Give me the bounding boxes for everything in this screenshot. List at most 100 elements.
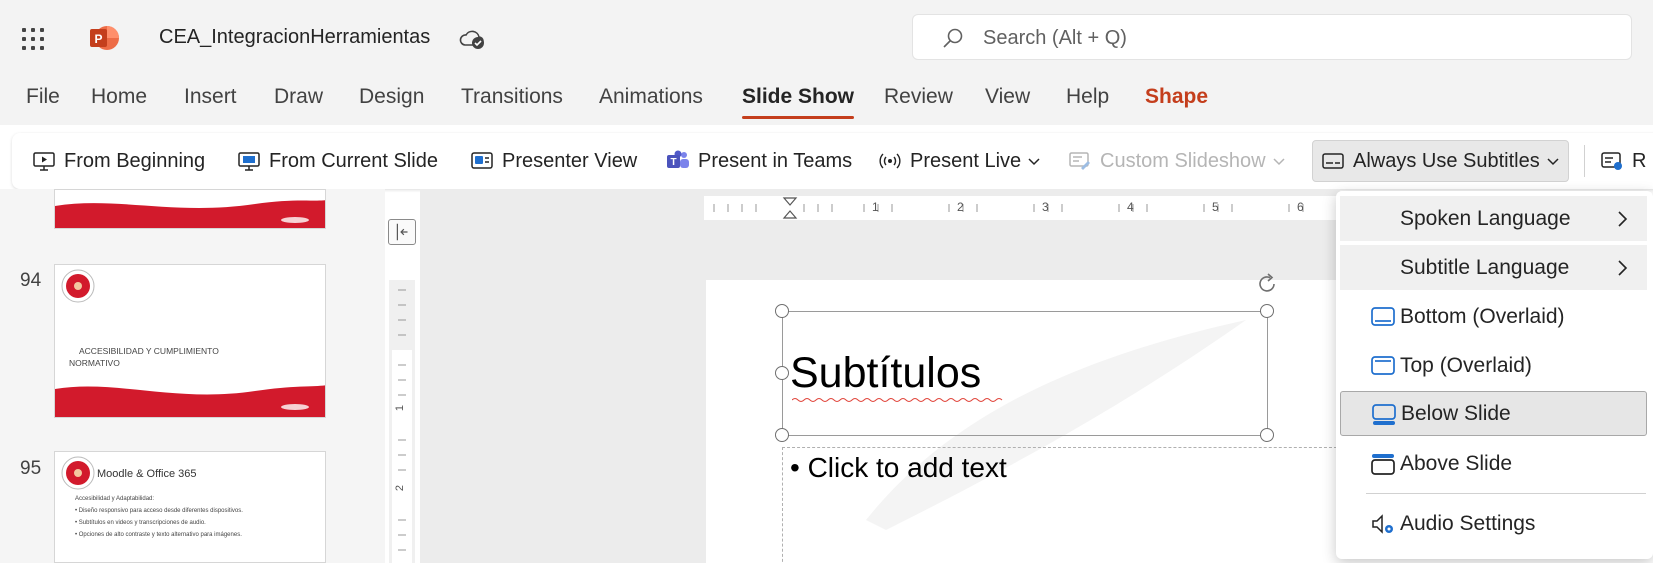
- menu-item-label: Top (Overlaid): [1400, 353, 1532, 377]
- audio-settings-icon: [1372, 514, 1393, 534]
- subtitles-icon: [1322, 153, 1344, 169]
- menu-item-bottom-overlaid[interactable]: Bottom (Overlaid): [1340, 294, 1647, 339]
- tab-transitions[interactable]: Transitions: [461, 85, 563, 109]
- spellcheck-underline: [792, 398, 1003, 402]
- chevron-right-icon: [1618, 260, 1628, 276]
- ruler-number: 3: [1042, 200, 1049, 214]
- menu-item-top-overlaid[interactable]: Top (Overlaid): [1340, 343, 1647, 388]
- ruler-number: 6: [1297, 200, 1304, 214]
- app-launcher-icon[interactable]: [22, 28, 46, 50]
- top-overlaid-icon: [1371, 356, 1395, 375]
- slide-wave-decoration: [55, 385, 325, 417]
- content-placeholder-text[interactable]: • Click to add text: [790, 452, 1007, 484]
- subtitles-dropdown-menu: Spoken Language Subtitle Language Bottom…: [1336, 191, 1653, 559]
- rotate-handle-icon[interactable]: [1255, 272, 1279, 296]
- powerpoint-logo-icon: P: [90, 26, 119, 50]
- tab-draw[interactable]: Draw: [274, 85, 323, 109]
- vertical-ruler-ticks: [392, 289, 412, 563]
- title-bar: P CEA_IntegracionHerramientas Search (Al…: [0, 0, 1653, 75]
- search-input[interactable]: Search (Alt + Q): [983, 27, 1127, 50]
- tab-shape[interactable]: Shape: [1145, 85, 1208, 109]
- menu-item-below-slide[interactable]: Below Slide: [1340, 391, 1647, 436]
- slide-thumbnail-94[interactable]: ACCESIBILIDAD Y CUMPLIMIENTO NORMATIVO: [54, 264, 326, 418]
- thumbnail-line: • Subtítulos en videos y transcripciones…: [75, 520, 206, 526]
- resize-handle[interactable]: [775, 366, 789, 380]
- custom-slideshow-label: Custom Slideshow: [1100, 149, 1266, 172]
- tab-file[interactable]: File: [26, 85, 60, 109]
- slide-title[interactable]: Subtítulos: [790, 349, 981, 398]
- tab-animations[interactable]: Animations: [599, 85, 703, 109]
- collapse-panel-icon[interactable]: [388, 219, 416, 245]
- from-current-slide-button[interactable]: From Current Slide: [237, 143, 438, 179]
- presenter-view-button[interactable]: Presenter View: [470, 143, 637, 179]
- resize-handle[interactable]: [775, 428, 789, 442]
- search-box[interactable]: Search (Alt + Q): [912, 14, 1632, 60]
- tab-review[interactable]: Review: [884, 85, 953, 109]
- custom-slideshow-icon: [1069, 152, 1090, 170]
- custom-slideshow-button[interactable]: Custom Slideshow: [1068, 143, 1286, 179]
- thumbnail-line: • Opciones de alto contraste y texto alt…: [75, 532, 242, 538]
- from-beginning-button[interactable]: From Beginning: [32, 143, 205, 179]
- chevron-down-icon: [1028, 158, 1040, 166]
- search-icon: [943, 28, 963, 48]
- menu-tabs: File Home Insert Draw Design Transitions…: [0, 75, 1653, 125]
- teams-icon: T: [667, 150, 689, 168]
- slide-wave-decoration: [55, 200, 325, 228]
- ruler-number: 1: [394, 404, 407, 412]
- ruler-number: 4: [1127, 200, 1134, 214]
- tab-slide-show[interactable]: Slide Show: [742, 85, 855, 119]
- current-slide-icon: [238, 152, 260, 171]
- chevron-down-icon: [1547, 158, 1559, 166]
- document-title[interactable]: CEA_IntegracionHerramientas: [159, 26, 430, 49]
- rehearse-button[interactable]: R: [1600, 143, 1646, 179]
- slide-thumbnail-93[interactable]: [54, 189, 326, 229]
- ribbon: From Beginning From Current Slide Presen…: [12, 133, 1653, 189]
- always-use-subtitles-label: Always Use Subtitles: [1353, 149, 1540, 172]
- thumbnail-line: Accesibilidad y Adaptabilidad:: [75, 496, 155, 502]
- cloud-saved-icon[interactable]: [458, 27, 488, 51]
- above-slide-icon: [1371, 454, 1395, 475]
- menu-item-audio-settings[interactable]: Audio Settings: [1340, 501, 1647, 546]
- presenter-view-icon: [471, 152, 493, 169]
- ruler-number: 2: [957, 200, 964, 214]
- broadcast-icon: [879, 153, 901, 169]
- thumbnail-title: ACCESIBILIDAD Y CUMPLIMIENTO NORMATIVO: [69, 346, 219, 368]
- menu-item-label: Above Slide: [1400, 451, 1513, 475]
- resize-handle[interactable]: [1260, 304, 1274, 318]
- tab-design[interactable]: Design: [359, 85, 424, 109]
- horizontal-ruler: 1 2 3 4 5 6: [704, 196, 1340, 220]
- svg-text:T: T: [670, 157, 676, 168]
- menu-item-spoken-language[interactable]: Spoken Language: [1340, 196, 1647, 241]
- tab-view[interactable]: View: [985, 85, 1030, 109]
- seal-logo-icon: [61, 456, 95, 490]
- present-in-teams-button[interactable]: T Present in Teams: [666, 143, 852, 179]
- slide-thumbnail-95[interactable]: Moodle & Office 365 Accesibilidad y Adap…: [54, 451, 326, 563]
- menu-item-label: Below Slide: [1401, 401, 1511, 425]
- tab-help[interactable]: Help: [1066, 85, 1109, 109]
- always-use-subtitles-button[interactable]: Always Use Subtitles: [1312, 140, 1569, 182]
- bottom-overlaid-icon: [1371, 307, 1395, 326]
- rehearse-icon: [1601, 152, 1622, 170]
- horizontal-ruler-ticks: [713, 197, 1304, 219]
- thumbnail-body: Accesibilidad y Adaptabilidad: • Diseño …: [75, 493, 243, 541]
- chevron-down-icon: [1273, 158, 1285, 166]
- presenter-view-label: Presenter View: [502, 149, 638, 172]
- thumbnail-line: • Diseño responsivo para acceso desde di…: [75, 508, 243, 514]
- tab-home[interactable]: Home: [91, 85, 147, 109]
- present-live-button[interactable]: Present Live: [878, 143, 1041, 179]
- vertical-ruler: 1 2: [389, 280, 415, 563]
- svg-text:P: P: [94, 32, 102, 46]
- rehearse-label: R: [1632, 149, 1647, 172]
- menu-item-above-slide[interactable]: Above Slide: [1340, 441, 1647, 486]
- seal-logo-icon: [61, 269, 95, 303]
- tab-insert[interactable]: Insert: [184, 85, 237, 109]
- menu-item-label: Spoken Language: [1400, 206, 1571, 230]
- menu-divider: [1366, 493, 1646, 494]
- resize-handle[interactable]: [1260, 428, 1274, 442]
- present-live-label: Present Live: [910, 149, 1022, 172]
- from-current-slide-label: From Current Slide: [269, 149, 438, 172]
- menu-item-subtitle-language[interactable]: Subtitle Language: [1340, 245, 1647, 290]
- chevron-right-icon: [1618, 211, 1628, 227]
- resize-handle[interactable]: [775, 304, 789, 318]
- ruler-number: 1: [872, 200, 879, 214]
